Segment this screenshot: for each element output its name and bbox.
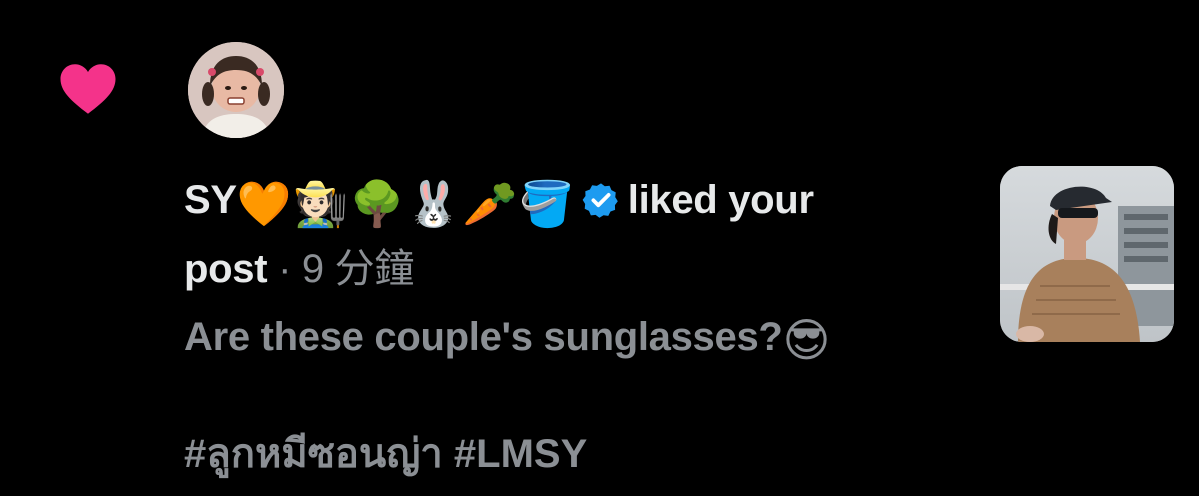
- tree-emoji: 🌳: [349, 180, 405, 229]
- user-avatar-image: [188, 42, 284, 138]
- notification-headline: SY🧡🧑🏻‍🌾🌳🐰🥕🪣 liked your post · 9 分鐘: [184, 168, 944, 301]
- post-hashtags[interactable]: #ลูกหมีซอนญ่า #LMSY: [184, 424, 587, 484]
- avatar[interactable]: [188, 42, 284, 138]
- user-name[interactable]: SY: [184, 178, 237, 222]
- heart-icon: [60, 64, 116, 114]
- post-photo-image: [1000, 166, 1174, 342]
- post-text-body: Are these couple's sunglasses?: [184, 315, 783, 359]
- notification-item[interactable]: SY🧡🧑🏻‍🌾🌳🐰🥕🪣 liked your post · 9 分鐘 Are th…: [0, 0, 1199, 496]
- action-text: liked your: [627, 178, 814, 222]
- action-text-continued: post: [184, 247, 268, 291]
- separator-dot: ·: [278, 247, 292, 291]
- bucket-emoji: 🪣: [519, 180, 574, 229]
- rabbit-emoji: 🐰: [406, 180, 461, 229]
- timestamp[interactable]: 9 分鐘: [302, 247, 414, 291]
- orange-heart-emoji: 🧡: [236, 180, 292, 229]
- verified-badge-icon: [582, 183, 618, 218]
- post-thumbnail[interactable]: [1000, 166, 1174, 342]
- post-text[interactable]: Are these couple's sunglasses?😎: [184, 308, 984, 369]
- farmer-emoji: 🧑🏻‍🌾: [293, 180, 348, 229]
- carrot-emoji: 🥕: [462, 180, 518, 229]
- sunglasses-emoji: 😎: [782, 314, 831, 366]
